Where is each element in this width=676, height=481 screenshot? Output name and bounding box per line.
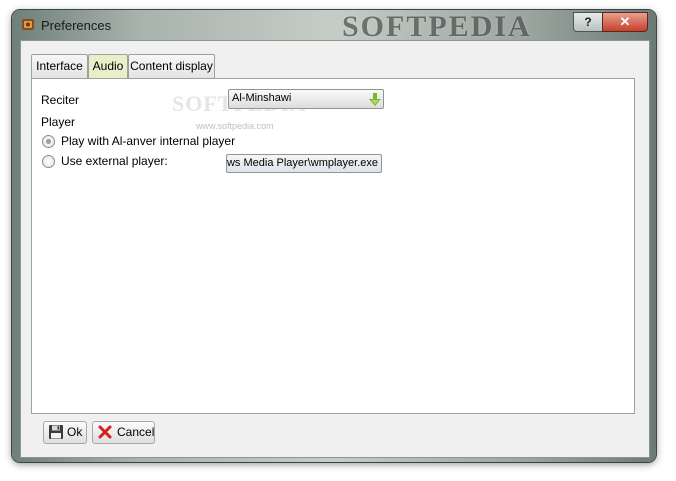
dialog-client-area: Interface Audio Content display SOFTPEDI…: [20, 40, 650, 458]
green-down-arrow-icon[interactable]: [368, 91, 382, 107]
internal-player-label: Play with Al-anver internal player: [61, 134, 236, 148]
close-button[interactable]: ✕: [602, 12, 648, 32]
tab-audio[interactable]: Audio: [88, 54, 128, 79]
reciter-selected-value: Al-Minshawi: [232, 92, 292, 104]
red-x-icon: [97, 424, 113, 440]
tab-content-display[interactable]: Content display: [128, 54, 215, 78]
player-label: Player: [41, 115, 76, 129]
tab-interface[interactable]: Interface: [31, 54, 88, 78]
external-player-label: Use external player:: [61, 154, 168, 168]
cancel-button[interactable]: Cancel: [92, 421, 155, 444]
external-player-path-field[interactable]: ows Media Player\wmplayer.exe: [226, 154, 382, 173]
window-title: Preferences: [41, 18, 112, 33]
audio-tab-panel: SOFTPEDIA www.softpedia.com Reciter Al-M…: [31, 78, 635, 414]
ok-label: Ok: [67, 425, 83, 439]
preferences-window: Preferences SOFTPEDIA ? ✕ Interface Audi…: [12, 10, 656, 462]
external-player-radio[interactable]: [42, 155, 55, 168]
internal-player-radio[interactable]: [42, 135, 55, 148]
floppy-disk-icon: [48, 424, 64, 440]
title-bar[interactable]: Preferences SOFTPEDIA ? ✕: [12, 10, 656, 43]
ok-button[interactable]: Ok: [43, 421, 87, 444]
help-button[interactable]: ?: [573, 12, 603, 32]
reciter-select[interactable]: Al-Minshawi: [228, 89, 384, 109]
app-icon: [20, 16, 36, 32]
external-player-path: ows Media Player\wmplayer.exe: [226, 157, 378, 169]
cancel-label: Cancel: [117, 425, 155, 439]
panel-watermark-url: www.softpedia.com: [196, 121, 274, 131]
reciter-label: Reciter: [41, 93, 80, 107]
softpedia-watermark: SOFTPEDIA: [342, 10, 532, 43]
